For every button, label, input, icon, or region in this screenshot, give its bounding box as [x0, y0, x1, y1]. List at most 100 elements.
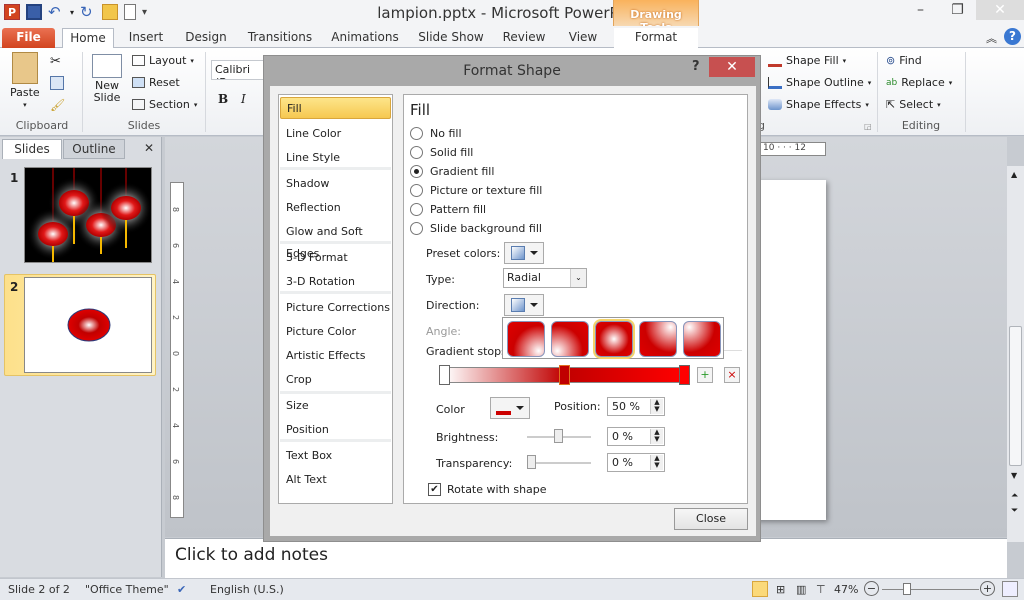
normal-view-icon[interactable] — [752, 581, 768, 597]
italic-button[interactable]: I — [241, 92, 246, 106]
minimize-button[interactable]: – — [902, 0, 939, 20]
transparency-slider-thumb[interactable] — [527, 455, 536, 469]
radio-button-icon[interactable] — [410, 127, 423, 140]
preset-colors-dropdown[interactable] — [504, 242, 544, 264]
direction-option[interactable] — [639, 321, 677, 357]
reading-view-icon[interactable]: ▥ — [796, 583, 806, 596]
nav-item-size[interactable]: Size — [280, 395, 391, 417]
vertical-scrollbar[interactable]: ▲ ▼ ⏶ ⏷ — [1007, 166, 1024, 542]
radio-pattern-fill[interactable]: Pattern fill — [410, 203, 486, 216]
stop-color-dropdown[interactable] — [490, 397, 530, 419]
language[interactable]: English (U.S.) — [210, 583, 284, 596]
brightness-spinner[interactable]: 0 % ▲ ▼ — [607, 427, 665, 446]
nav-item-artistic-effects[interactable]: Artistic Effects — [280, 345, 391, 367]
direction-option[interactable] — [507, 321, 545, 357]
radio-no-fill[interactable]: No fill — [410, 127, 462, 140]
scroll-down-icon[interactable]: ▼ — [1011, 471, 1017, 480]
restore-button[interactable]: ❐ — [939, 0, 976, 20]
brightness-slider-thumb[interactable] — [554, 429, 563, 443]
dialog-launcher-icon[interactable]: ◲ — [864, 122, 872, 131]
nav-item-line-color[interactable]: Line Color — [280, 123, 391, 145]
gradient-stop-marker[interactable] — [439, 365, 450, 385]
customize-toolbar-icon[interactable]: ▾ — [142, 7, 147, 18]
position-spinner[interactable]: 50 % ▲ ▼ — [607, 397, 665, 416]
tab-transitions[interactable]: Transitions — [245, 28, 315, 48]
tab-view[interactable]: View — [560, 28, 606, 48]
nav-item-reflection[interactable]: Reflection — [280, 197, 391, 219]
tab-animations[interactable]: Animations — [330, 28, 400, 48]
tab-file[interactable]: File — [2, 28, 55, 48]
nav-item-crop[interactable]: Crop — [280, 369, 391, 391]
remove-gradient-stop-button[interactable]: × — [724, 367, 740, 383]
type-select[interactable]: Radial ⌄ — [503, 268, 587, 288]
radio-button-icon[interactable] — [410, 165, 423, 178]
minimize-ribbon-icon[interactable]: ︽ — [986, 30, 997, 46]
nav-item-3-d-rotation[interactable]: 3-D Rotation — [280, 271, 391, 293]
nav-item-line-style[interactable]: Line Style — [280, 147, 391, 169]
radio-picture-or-texture-fill[interactable]: Picture or texture fill — [410, 184, 542, 197]
bold-button[interactable]: B — [218, 92, 228, 106]
direction-option[interactable] — [551, 321, 589, 357]
fit-to-window-icon[interactable] — [1002, 581, 1018, 597]
tab-home[interactable]: Home — [62, 28, 114, 48]
new-slide-button[interactable]: New Slide — [90, 54, 124, 104]
slide-show-icon[interactable]: ⊤ — [816, 583, 826, 596]
nav-item-position[interactable]: Position — [280, 419, 391, 441]
help-icon[interactable]: ? — [1004, 28, 1021, 45]
slide-sorter-icon[interactable]: ⊞ — [776, 583, 785, 596]
add-gradient-stop-button[interactable]: + — [697, 367, 713, 383]
tab-slides[interactable]: Slides — [2, 139, 62, 159]
radio-solid-fill[interactable]: Solid fill — [410, 146, 473, 159]
find-button[interactable]: ⊚ Find — [886, 54, 922, 67]
undo-dropdown-icon[interactable]: ▾ — [70, 8, 74, 17]
layout-button[interactable]: Layout ▾ — [132, 54, 194, 67]
previous-slide-icon[interactable]: ⏶ — [1011, 491, 1018, 501]
format-painter-icon[interactable]: 🖌 — [50, 98, 65, 112]
replace-button[interactable]: ab Replace ▾ — [886, 76, 952, 89]
shape-outline-button[interactable]: Shape Outline ▾ — [768, 76, 871, 89]
nav-item-picture-color[interactable]: Picture Color — [280, 321, 391, 343]
zoom-out-button[interactable]: − — [864, 581, 879, 596]
spinner-arrows-icon[interactable]: ▲ ▼ — [650, 455, 663, 470]
transparency-spinner[interactable]: 0 % ▲ ▼ — [607, 453, 665, 472]
spinner-arrows-icon[interactable]: ▲ ▼ — [650, 429, 663, 444]
copy-icon[interactable] — [50, 76, 64, 90]
redo-icon[interactable]: ↻ — [80, 4, 96, 20]
paste-button[interactable]: Paste ▾ — [10, 52, 40, 109]
cut-icon[interactable]: ✂ — [50, 54, 61, 69]
nav-item-alt-text[interactable]: Alt Text — [280, 469, 391, 491]
open-folder-icon[interactable] — [102, 4, 119, 20]
undo-icon[interactable]: ↶ — [48, 4, 64, 20]
tab-insert[interactable]: Insert — [122, 28, 170, 48]
close-window-button[interactable]: ✕ — [976, 0, 1024, 20]
nav-item-shadow[interactable]: Shadow — [280, 173, 391, 195]
direction-dropdown[interactable] — [504, 294, 544, 316]
nav-item-3-d-format[interactable]: 3-D Format — [280, 247, 391, 269]
zoom-slider-thumb[interactable] — [903, 583, 912, 595]
gradient-stop-marker[interactable] — [559, 365, 570, 385]
slide-thumbnail-2[interactable] — [24, 277, 152, 373]
direction-option[interactable] — [683, 321, 721, 357]
scrollbar-thumb[interactable] — [1009, 326, 1022, 466]
radio-button-icon[interactable] — [410, 146, 423, 159]
section-button[interactable]: Section ▾ — [132, 98, 197, 111]
transparency-slider[interactable] — [527, 462, 591, 464]
close-button[interactable]: Close — [674, 508, 748, 530]
tab-slide-show[interactable]: Slide Show — [416, 28, 486, 48]
spell-check-icon[interactable]: ✔ — [177, 583, 186, 596]
tab-format[interactable]: Format — [614, 28, 698, 48]
new-document-icon[interactable] — [124, 4, 137, 20]
font-name-input[interactable]: Calibri (Bo — [211, 60, 271, 80]
zoom-level[interactable]: 47% — [834, 583, 858, 596]
zoom-slider-track[interactable] — [882, 589, 979, 590]
radio-button-icon[interactable] — [410, 222, 423, 235]
rotate-with-shape-checkbox[interactable]: ✔ — [428, 483, 441, 496]
dialog-help-button[interactable]: ? — [692, 59, 700, 74]
slide-thumbnail-1[interactable] — [24, 167, 152, 263]
theme-name[interactable]: "Office Theme" — [85, 583, 169, 596]
tab-review[interactable]: Review — [500, 28, 548, 48]
nav-item-glow-and-soft-edges[interactable]: Glow and Soft Edges — [280, 221, 391, 260]
reset-button[interactable]: Reset — [132, 76, 180, 89]
gradient-stop-marker[interactable] — [679, 365, 690, 385]
select-button[interactable]: ⇱ Select ▾ — [886, 98, 941, 111]
